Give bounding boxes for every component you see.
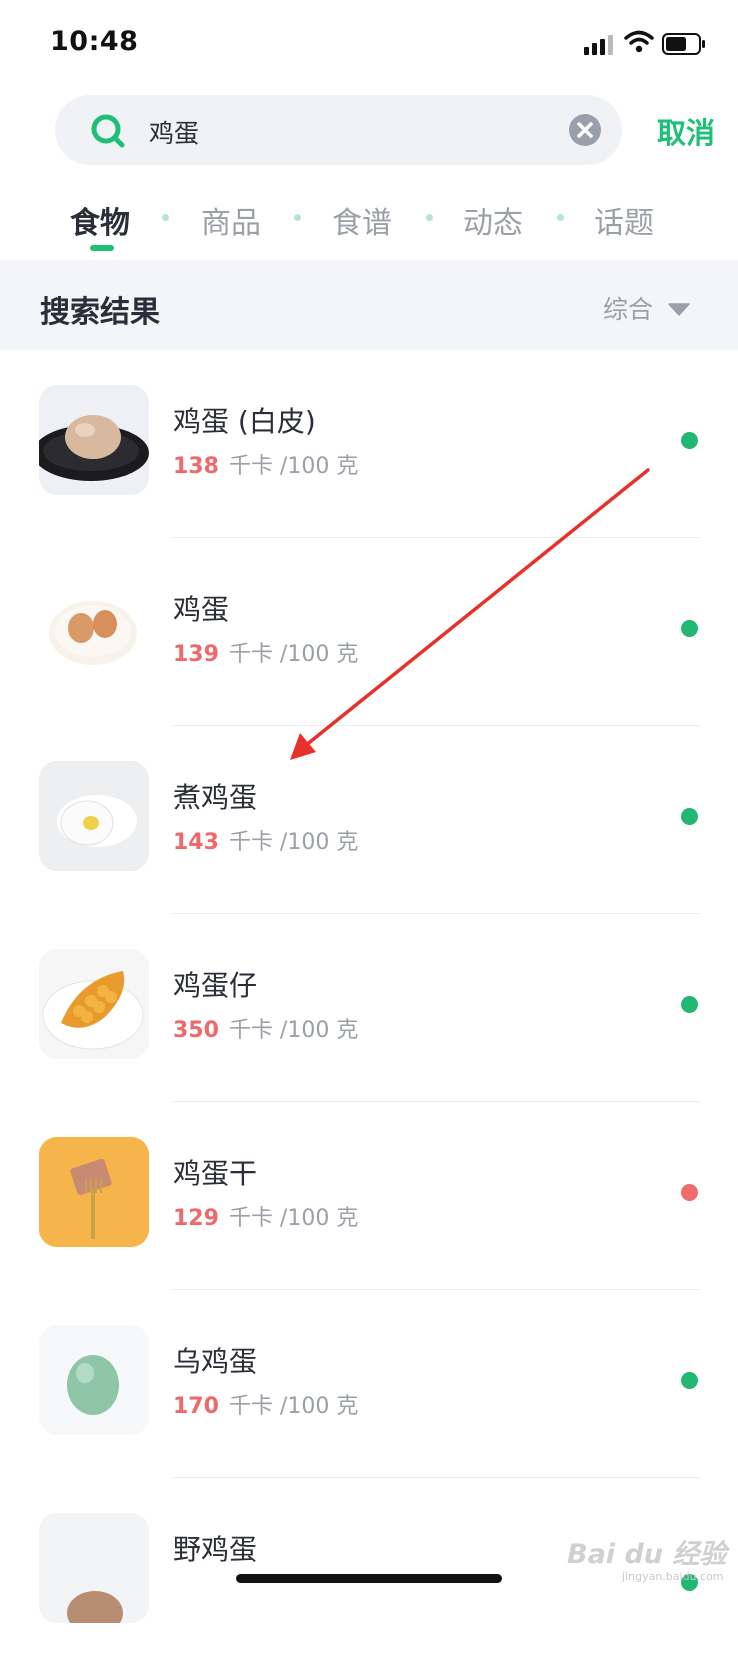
food-thumbnail xyxy=(39,761,149,871)
caret-down-icon[interactable] xyxy=(668,302,690,316)
food-calories: 350 千卡 /100 克 xyxy=(173,1012,358,1044)
food-thumbnail xyxy=(39,1137,149,1247)
wifi-icon xyxy=(624,30,654,53)
results-title: 搜索结果 xyxy=(40,295,160,330)
food-item[interactable]: 鸡蛋仔 350 千卡 /100 克 xyxy=(0,914,738,1104)
food-name: 煮鸡蛋 xyxy=(173,781,258,814)
watermark-url: jingyan.baidu.com xyxy=(622,1570,724,1583)
food-calories: 138 千卡 /100 克 xyxy=(173,448,358,480)
food-name: 鸡蛋仔 xyxy=(173,969,258,1002)
calorie-value: 143 xyxy=(173,830,219,855)
food-thumbnail xyxy=(39,385,149,495)
food-name: 鸡蛋 xyxy=(173,593,230,626)
food-calories: 170 千卡 /100 克 xyxy=(173,1388,358,1420)
search-input[interactable]: 鸡蛋 xyxy=(149,114,199,150)
health-status-dot xyxy=(681,808,698,825)
food-name: 鸡蛋干 xyxy=(173,1157,258,1190)
calorie-unit: 千卡 /100 克 xyxy=(228,454,359,479)
tab-separator xyxy=(294,214,301,221)
calorie-value: 139 xyxy=(173,642,219,667)
tab-recipes[interactable]: 食谱 xyxy=(332,198,392,242)
health-status-dot xyxy=(681,996,698,1013)
food-calories: 143 千卡 /100 克 xyxy=(173,824,358,856)
cellular-signal-icon xyxy=(584,35,613,55)
food-item[interactable]: 鸡蛋 139 千卡 /100 克 xyxy=(0,538,738,728)
food-name: 乌鸡蛋 xyxy=(173,1345,258,1378)
health-status-dot xyxy=(681,1184,698,1201)
food-calories: 139 千卡 /100 克 xyxy=(173,636,358,668)
food-thumbnail xyxy=(39,949,149,1059)
tab-food[interactable]: 食物 xyxy=(70,198,130,242)
search-icon xyxy=(91,114,125,148)
tab-posts[interactable]: 动态 xyxy=(463,198,523,242)
clear-search-icon[interactable] xyxy=(567,112,603,148)
active-tab-indicator xyxy=(90,245,114,251)
food-thumbnail xyxy=(39,1513,149,1623)
health-status-dot xyxy=(681,432,698,449)
food-name: 野鸡蛋 xyxy=(173,1533,258,1566)
calorie-value: 138 xyxy=(173,454,219,479)
calorie-unit: 千卡 /100 克 xyxy=(228,1018,359,1043)
calorie-value: 350 xyxy=(173,1018,219,1043)
status-time: 10:48 xyxy=(50,26,139,57)
calorie-unit: 千卡 /100 克 xyxy=(228,1394,359,1419)
calorie-unit: 千卡 /100 克 xyxy=(228,830,359,855)
health-status-dot xyxy=(681,1372,698,1389)
food-name: 鸡蛋 (白皮) xyxy=(173,405,316,438)
tab-separator xyxy=(162,214,169,221)
cancel-button[interactable]: 取消 xyxy=(657,110,715,152)
results-header: 搜索结果 综合 xyxy=(0,260,738,350)
calorie-value: 129 xyxy=(173,1206,219,1231)
food-item[interactable]: 煮鸡蛋 143 千卡 /100 克 xyxy=(0,726,738,916)
health-status-dot xyxy=(681,620,698,637)
calorie-unit: 千卡 /100 克 xyxy=(228,642,359,667)
sort-dropdown[interactable]: 综合 xyxy=(603,290,653,326)
tab-separator xyxy=(426,214,433,221)
tab-topics[interactable]: 话题 xyxy=(594,198,654,242)
calorie-unit: 千卡 /100 克 xyxy=(228,1206,359,1231)
watermark: Bai du 经验 xyxy=(567,1539,727,1570)
food-item[interactable]: 乌鸡蛋 170 千卡 /100 克 xyxy=(0,1290,738,1480)
home-indicator xyxy=(236,1574,502,1583)
food-item[interactable]: 鸡蛋干 129 千卡 /100 克 xyxy=(0,1102,738,1292)
search-bar[interactable]: 鸡蛋 xyxy=(55,95,622,165)
tab-separator xyxy=(557,214,564,221)
battery-icon xyxy=(662,33,705,55)
search-tabs: 食物 商品 食谱 动态 话题 xyxy=(0,190,738,258)
food-calories: 129 千卡 /100 克 xyxy=(173,1200,358,1232)
food-thumbnail xyxy=(39,573,149,683)
tab-products[interactable]: 商品 xyxy=(201,198,261,242)
food-thumbnail xyxy=(39,1325,149,1435)
food-item[interactable]: 鸡蛋 (白皮) 138 千卡 /100 克 xyxy=(0,350,738,540)
calorie-value: 170 xyxy=(173,1394,219,1419)
status-bar: 10:48 xyxy=(0,0,738,86)
